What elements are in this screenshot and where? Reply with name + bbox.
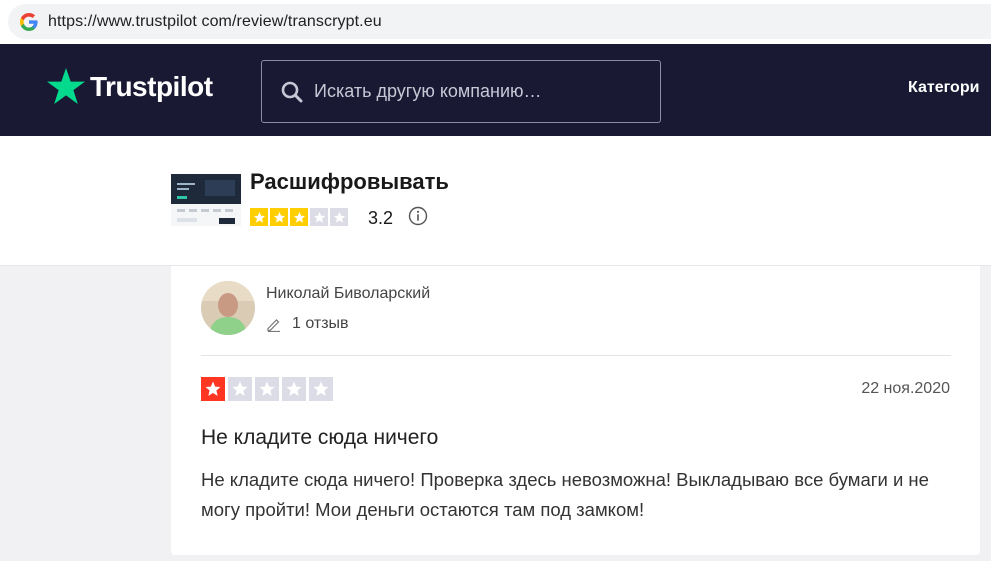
review-author[interactable]: Николай Биволарский: [266, 285, 430, 303]
search-input[interactable]: [314, 81, 654, 102]
rating-star-3: [255, 377, 279, 401]
rating-star-1: [201, 377, 225, 401]
avatar[interactable]: [201, 281, 255, 335]
rating-star-3: [290, 208, 308, 226]
trustpilot-logo[interactable]: Trustpilot: [46, 67, 213, 107]
pencil-icon: [267, 319, 280, 332]
search-icon: [281, 81, 303, 102]
review-rating-stars: [201, 377, 336, 401]
address-box[interactable]: https://www.trustpilot com/review/transc…: [8, 4, 991, 39]
company-name[interactable]: Расшифровывать: [250, 169, 449, 195]
star-icon: [47, 68, 85, 104]
site-header: Trustpilot Категори: [0, 44, 991, 136]
google-g-icon: [20, 12, 38, 31]
company-search[interactable]: [261, 60, 661, 123]
rating-star-5: [309, 377, 333, 401]
review-card: Николай Биволарский 1 отзыв 22 ноя.2020 …: [171, 266, 980, 555]
rating-star-2: [228, 377, 252, 401]
trust-score: 3.2: [368, 208, 394, 228]
logo-text: Trustpilot: [90, 71, 213, 102]
author-review-count: 1 отзыв: [266, 315, 349, 333]
rating-star-4: [282, 377, 306, 401]
company-summary: Расшифровывать 3.2: [0, 136, 991, 266]
browser-url-bar: https://www.trustpilot com/review/transc…: [0, 0, 991, 44]
divider: [201, 355, 951, 356]
info-icon[interactable]: [408, 206, 428, 226]
nav-categories[interactable]: Категори: [908, 79, 979, 97]
rating-star-5: [330, 208, 348, 226]
rating-star-2: [270, 208, 288, 226]
review-date: 22 ноя.2020: [861, 380, 950, 397]
review-count-text: 1 отзыв: [292, 315, 349, 332]
rating-star-4: [310, 208, 328, 226]
review-body: Не кладите сюда ничего! Проверка здесь н…: [201, 469, 929, 520]
company-thumbnail[interactable]: [171, 174, 241, 226]
company-rating-stars: [250, 208, 350, 226]
rating-star-1: [250, 208, 268, 226]
review-title[interactable]: Не кладите сюда ничего: [201, 426, 438, 450]
url-text[interactable]: https://www.trustpilot com/review/transc…: [48, 13, 382, 31]
